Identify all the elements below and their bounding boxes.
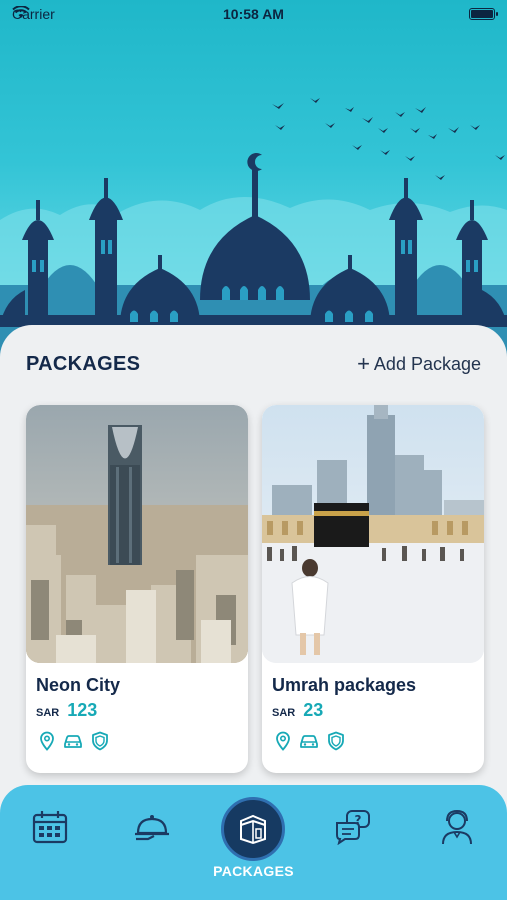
car-icon — [62, 731, 84, 751]
tab-packages[interactable] — [221, 797, 285, 861]
package-image-city — [26, 405, 248, 663]
battery-icon — [469, 8, 498, 20]
package-title: Neon City — [36, 675, 121, 695]
packages-panel: PACKAGES + Add Package Neon City SAR 123… — [0, 325, 507, 845]
price-amount: 23 — [303, 700, 324, 720]
location-pin-icon — [274, 731, 292, 751]
bottom-tab-bar: PACKAGES ? — [0, 785, 507, 900]
package-price: SAR 23 — [272, 700, 484, 721]
tab-calendar[interactable] — [30, 807, 70, 847]
package-image-kaaba — [262, 405, 484, 663]
package-price: SAR 123 — [36, 700, 248, 721]
tab-packages-label: PACKAGES — [213, 863, 294, 879]
price-currency: SAR — [272, 707, 296, 719]
status-bar: Carrier 10:58 AM — [0, 0, 507, 28]
hero-banner: Carrier 10:58 AM — [0, 0, 507, 360]
shield-icon — [90, 731, 110, 751]
package-card[interactable]: Neon City SAR 123 — [26, 405, 248, 773]
tab-services[interactable] — [132, 807, 172, 847]
price-amount: 123 — [67, 700, 98, 720]
status-time: 10:58 AM — [223, 6, 284, 22]
help-chat-icon: ? — [336, 810, 370, 845]
location-pin-icon — [38, 731, 56, 751]
tab-support[interactable] — [437, 807, 477, 847]
shield-icon — [326, 731, 346, 751]
page-title: PACKAGES — [26, 352, 141, 375]
price-currency: SAR — [36, 707, 60, 719]
package-list: Neon City SAR 123 Umrah packages SAR 23 — [26, 405, 486, 773]
panel-header: PACKAGES + Add Package — [26, 349, 481, 379]
package-title: Umrah packages — [272, 675, 417, 695]
kaaba-icon — [240, 814, 266, 845]
mosque-skyline-illustration — [0, 98, 507, 360]
room-service-icon — [135, 815, 169, 841]
add-package-button[interactable]: + Add Package — [357, 353, 481, 375]
tab-help[interactable]: ? — [333, 807, 373, 847]
package-features — [274, 731, 484, 751]
calendar-icon — [32, 811, 68, 844]
package-card[interactable]: Umrah packages SAR 23 — [262, 405, 484, 773]
add-package-label: Add Package — [373, 353, 481, 374]
car-icon — [298, 731, 320, 751]
support-agent-icon — [442, 809, 472, 845]
package-features — [38, 731, 248, 751]
plus-icon: + — [357, 351, 370, 376]
